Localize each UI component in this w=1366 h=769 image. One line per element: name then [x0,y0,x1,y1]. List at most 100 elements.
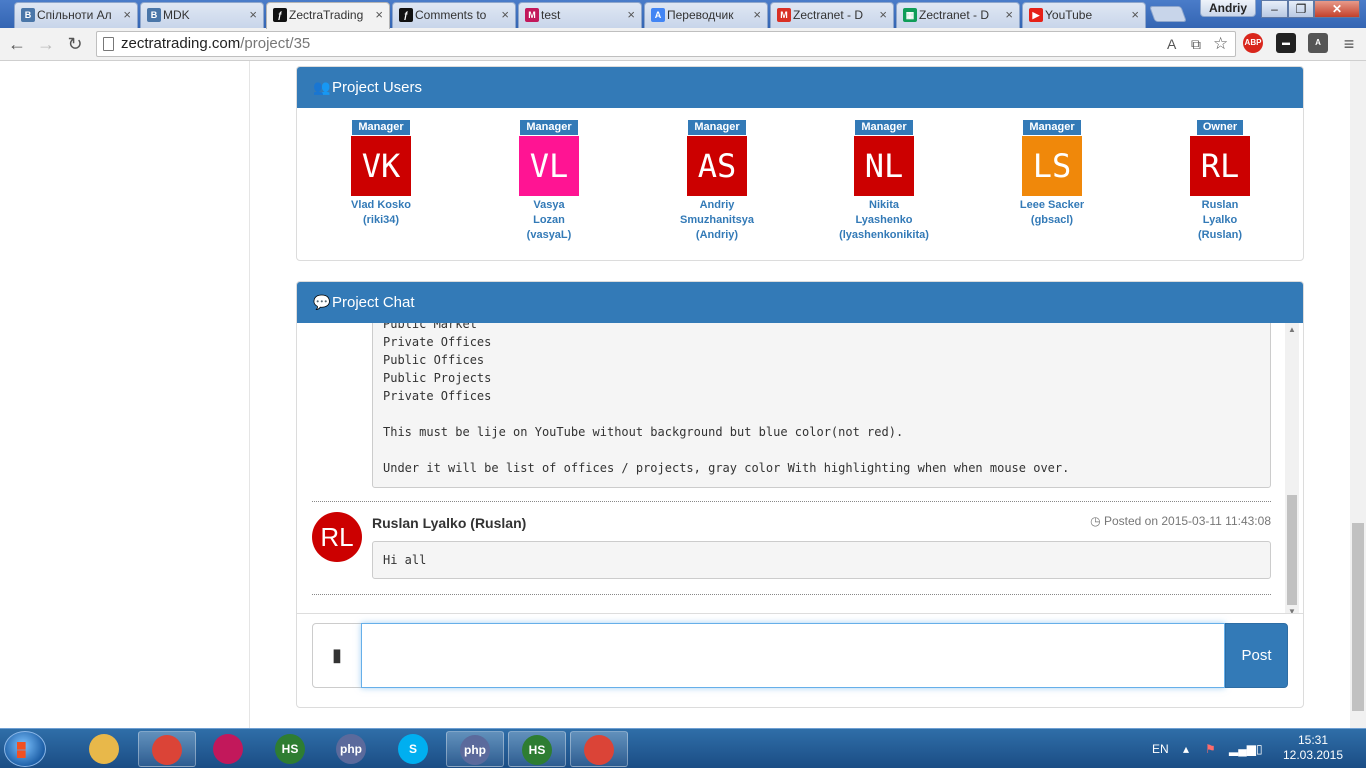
browser-tab[interactable]: ▶ YouTube × [1022,2,1146,28]
close-tab-icon[interactable]: × [249,3,257,27]
avatar[interactable]: RL [1190,136,1250,196]
browser-tab-strip: ▶ YouTube × ▦ Zectranet - D × M Zectranet - D × A… [0,0,1366,29]
tab-title: YouTube [1045,8,1093,22]
back-icon[interactable]: ← [5,32,29,56]
maximize-button[interactable]: ❐ [1288,0,1314,18]
project-user-card[interactable]: Manager LS Leee Sacker (gbsacl) [982,118,1122,228]
taskbar-item[interactable]: HS [262,731,320,767]
menu-icon[interactable]: ≡ [1337,32,1361,56]
close-tab-icon[interactable]: × [1131,3,1139,27]
user-name-line: Lozan [533,214,565,226]
role-badge: Manager [688,120,746,135]
forward-icon[interactable]: → [34,32,58,56]
taskbar-item[interactable]: php [323,731,381,767]
reload-icon[interactable]: ↻ [63,32,87,56]
scroll-up-icon[interactable]: ▲ [1285,325,1299,334]
comments-icon: 💬 [313,294,331,310]
bookmark-star-icon[interactable]: ☆ [1213,32,1228,56]
user-name-link[interactable]: Ruslan Lyalko (Ruslan) [1150,198,1290,243]
close-tab-icon[interactable]: × [1005,3,1013,27]
page-action-icon[interactable]: ⧉ [1191,32,1201,56]
user-name-line: Andriy [699,199,735,211]
taskbar-item[interactable]: php [446,731,504,767]
taskbar-item[interactable] [76,731,134,767]
page-scrollbar[interactable] [1350,61,1366,728]
close-tab-icon[interactable]: × [753,3,761,27]
network-icon[interactable]: ▂▄▆ [1229,729,1256,769]
address-bar[interactable]: zectratrading.com/project/35 A ⧉ ☆ [96,31,1236,57]
minimize-button[interactable]: – [1261,0,1288,18]
browser-tab[interactable]: B Спільноти Ал × [14,2,138,28]
app-icon: M [525,8,539,22]
language-indicator[interactable]: EN [1152,729,1169,769]
adblock-icon[interactable]: ABP [1243,33,1263,53]
project-users-title: Project Users [332,79,423,96]
chat-compose: ▮ Post [297,613,1303,703]
close-tab-icon[interactable]: × [627,3,635,27]
message-author: Ruslan Lyalko (Ruslan) [372,515,527,531]
symfony-icon: ƒ [399,8,413,22]
avatar[interactable]: VL [519,136,579,196]
project-user-card[interactable]: Manager VL Vasya Lozan (vasyaL) [479,118,619,243]
heidisql-icon: HS [275,734,305,764]
user-name-link[interactable]: Nikita Lyashenko (lyashenkonikita) [814,198,954,243]
symfony-icon: ƒ [273,8,287,22]
translate-icon[interactable]: A [1167,32,1176,56]
user-name-line: Smuzhanitsya [680,214,754,226]
avatar[interactable]: LS [1022,136,1082,196]
chat-messages[interactable]: Public Market Private Offices Public Offic… [297,323,1303,613]
profile-button[interactable]: Andriy [1200,0,1257,17]
message-line: Private Offices [383,335,492,349]
taskbar-item[interactable]: S [385,731,443,767]
gmail-icon: M [777,8,791,22]
action-center-icon[interactable]: ⚑ [1205,729,1216,769]
message-line: This must be lije on YouTube without bac… [383,425,904,439]
browser-tab[interactable]: B MDK × [140,2,264,28]
battery-icon[interactable]: ▯ [1256,729,1263,769]
browser-tab[interactable]: A Переводчик × [644,2,768,28]
browser-tab[interactable]: ▦ Zectranet - D × [896,2,1020,28]
post-button[interactable]: Post [1225,623,1288,688]
project-user-card[interactable]: Manager NL Nikita Lyashenko (lyashenkonikita… [814,118,954,243]
console-extension-icon[interactable]: ▬ [1276,33,1296,53]
system-clock[interactable]: 15:31 12.03.2015 [1276,733,1350,763]
avatar[interactable]: VK [351,136,411,196]
taskbar-item[interactable] [138,731,196,767]
browser-tab[interactable]: ƒ Comments to × [392,2,516,28]
close-tab-icon[interactable]: × [879,3,887,27]
new-tab-button[interactable] [1149,6,1187,22]
angular-extension-icon[interactable]: A [1308,33,1328,53]
page-scrollbar-thumb[interactable] [1352,523,1364,711]
browser-tab[interactable]: M Zectranet - D × [770,2,894,28]
chat-scrollbar[interactable]: ▲ ▼ [1285,323,1299,613]
user-name-link[interactable]: Leee Sacker (gbsacl) [982,198,1122,228]
taskbar-item[interactable]: HS [508,731,566,767]
close-tab-icon[interactable]: × [375,3,383,27]
user-name-line: Vasya [533,199,565,211]
taskbar-item[interactable] [200,731,258,767]
message-line: Under it will be list of offices / proje… [383,461,1070,475]
user-name-link[interactable]: Andriy Smuzhanitsya (Andriy) [647,198,787,243]
project-user-card[interactable]: Manager AS Andriy Smuzhanitsya (Andriy) [647,118,787,243]
user-name-link[interactable]: Vlad Kosko (riki34) [311,198,451,228]
tab-title: Zectranet - D [919,8,990,22]
start-button[interactable] [4,731,46,767]
project-user-card[interactable]: Manager VK Vlad Kosko (riki34) [311,118,451,228]
close-window-button[interactable]: ✕ [1314,0,1360,18]
taskbar-item[interactable] [570,731,628,767]
browser-tab[interactable]: ƒ ZectraTrading × [266,2,390,29]
avatar[interactable]: NL [854,136,914,196]
show-hidden-icons-icon[interactable]: ▴ [1183,729,1189,769]
browser-tab[interactable]: Mtest × [518,2,642,28]
close-tab-icon[interactable]: × [123,3,131,27]
project-user-card[interactable]: Owner RL Ruslan Lyalko (Ruslan) [1150,118,1290,243]
avatar[interactable]: AS [687,136,747,196]
attach-file-button[interactable]: ▮ [312,623,362,688]
user-name-line: Ruslan [1201,199,1239,211]
chat-message-input[interactable] [361,623,1225,688]
tab-title: test [541,8,561,22]
user-name-link[interactable]: Vasya Lozan (vasyaL) [479,198,619,243]
skype-icon: S [398,734,428,764]
chat-scrollbar-thumb[interactable] [1287,495,1297,605]
close-tab-icon[interactable]: × [501,3,509,27]
